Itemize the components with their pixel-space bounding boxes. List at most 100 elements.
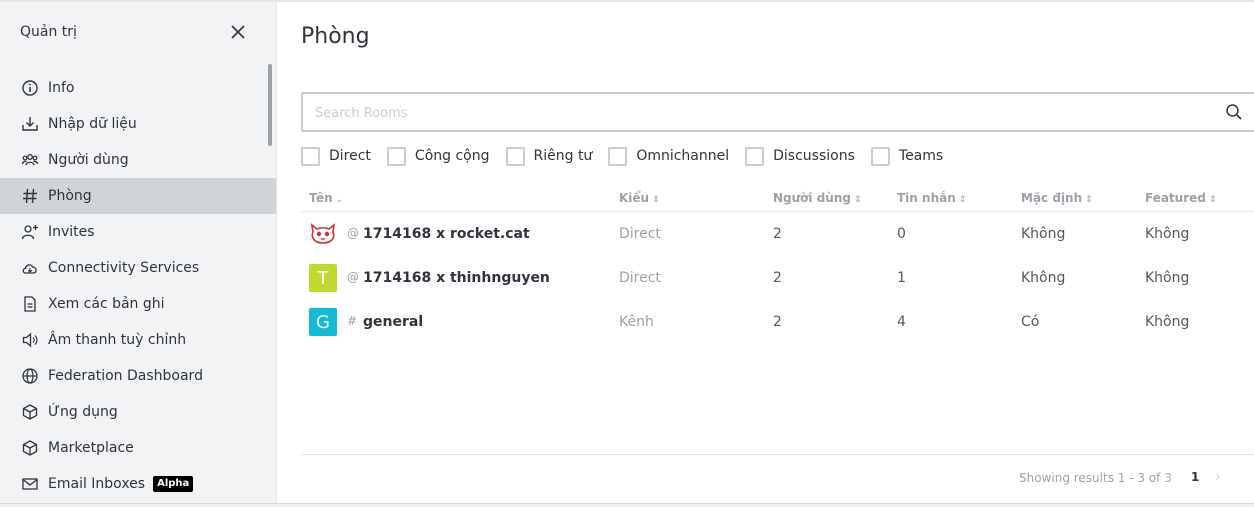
filter-checkbox[interactable] bbox=[386, 146, 406, 166]
prev-page-button[interactable]: ‹ bbox=[1167, 469, 1173, 485]
column-header-label: Mặc định bbox=[1021, 191, 1083, 205]
sidebar-item-label: Phòng bbox=[48, 188, 92, 204]
sidebar-item-label: Marketplace bbox=[48, 440, 134, 456]
room-type: Direct bbox=[619, 270, 661, 286]
table-row[interactable]: T @ 1714168 x thinhnguyen Direct 2 1 Khô… bbox=[301, 256, 1254, 300]
column-header-messages[interactable]: Tin nhắn ⇕ bbox=[897, 191, 966, 205]
sort-icon: ⇕ bbox=[958, 195, 967, 205]
filter-checkbox[interactable] bbox=[608, 146, 628, 166]
room-messages-count: 1 bbox=[897, 270, 906, 286]
room-default: Có bbox=[1021, 314, 1040, 330]
sidebar-item-label: Nhập dữ liệu bbox=[48, 116, 137, 132]
sidebar-item-rooms[interactable]: Phòng bbox=[0, 178, 276, 214]
table-row[interactable]: G # general Kênh 2 4 Có Không bbox=[301, 300, 1254, 344]
table-row[interactable]: @ 1714168 x rocket.cat Direct 2 0 Không … bbox=[301, 212, 1254, 256]
page-number-button[interactable]: 1 bbox=[1191, 470, 1199, 484]
users-icon bbox=[21, 151, 39, 169]
column-header-label: Người dùng bbox=[773, 191, 851, 205]
page-title: Phòng bbox=[301, 24, 370, 49]
room-name: 1714168 x rocket.cat bbox=[363, 226, 530, 242]
rocket-cat-avatar bbox=[309, 220, 337, 248]
info-icon bbox=[21, 79, 39, 97]
window-bottom-border bbox=[0, 503, 1254, 507]
column-header-label: Kiểu bbox=[619, 191, 650, 205]
column-header-default[interactable]: Mặc định ⇕ bbox=[1021, 191, 1093, 205]
cloud-icon bbox=[21, 259, 39, 277]
sort-icon: ⇕ bbox=[1208, 195, 1217, 205]
filter-label: Teams bbox=[898, 148, 944, 164]
sidebar-item-label: Xem các bản ghi bbox=[48, 296, 165, 312]
filter-label: Discussions bbox=[773, 148, 855, 164]
user-avatar: T bbox=[309, 264, 337, 292]
filter-private[interactable]: Riêng tư bbox=[505, 146, 593, 166]
mail-icon bbox=[21, 475, 39, 493]
column-header-label: Tin nhắn bbox=[897, 191, 956, 205]
column-header-users[interactable]: Người dùng ⇕ bbox=[773, 191, 862, 205]
filter-checkbox[interactable] bbox=[301, 146, 320, 166]
import-icon bbox=[21, 115, 39, 133]
sidebar-item-label: Email Inboxes bbox=[48, 476, 146, 492]
column-header-name[interactable]: Tên ⌄ bbox=[309, 191, 343, 205]
filter-label: Direct bbox=[329, 148, 371, 164]
column-header-featured[interactable]: Featured ⇕ bbox=[1145, 191, 1216, 205]
direct-message-icon: @ bbox=[347, 270, 359, 284]
room-default: Không bbox=[1021, 226, 1066, 242]
file-icon bbox=[21, 295, 39, 313]
sidebar-item-label: Âm thanh tuỳ chỉnh bbox=[48, 332, 187, 348]
sidebar-title: Quản trị bbox=[20, 24, 77, 40]
room-featured: Không bbox=[1145, 270, 1190, 286]
sidebar-item-label: Ứng dụng bbox=[48, 404, 118, 420]
globe-icon bbox=[21, 367, 39, 385]
search-input[interactable] bbox=[315, 103, 1195, 123]
sidebar-item-apps[interactable]: Ứng dụng bbox=[0, 394, 276, 430]
sidebar-item-label: Người dùng bbox=[48, 152, 129, 168]
room-users-count: 2 bbox=[773, 270, 782, 286]
sidebar-item-import[interactable]: Nhập dữ liệu bbox=[0, 106, 276, 142]
room-name: general bbox=[363, 314, 424, 330]
room-users-count: 2 bbox=[773, 226, 782, 242]
sidebar-item-connectivity-services[interactable]: Connectivity Services bbox=[0, 250, 276, 286]
filter-direct[interactable]: Direct bbox=[301, 146, 371, 166]
filter-checkbox[interactable] bbox=[870, 146, 890, 166]
sidebar-item-users[interactable]: Người dùng bbox=[0, 142, 276, 178]
filter-checkbox[interactable] bbox=[745, 146, 765, 166]
sort-icon: ⇕ bbox=[652, 195, 660, 205]
filter-omnichannel[interactable]: Omnichannel bbox=[608, 146, 730, 166]
next-page-button[interactable]: › bbox=[1215, 469, 1221, 485]
search-icon[interactable] bbox=[1225, 103, 1243, 121]
sidebar-item-federation-dashboard[interactable]: Federation Dashboard bbox=[0, 358, 276, 394]
sidebar-item-marketplace[interactable]: Marketplace bbox=[0, 430, 276, 466]
filter-label: Riêng tư bbox=[533, 148, 593, 164]
filter-teams[interactable]: Teams bbox=[870, 146, 944, 166]
filter-label: Omnichannel bbox=[636, 148, 730, 164]
column-header-type[interactable]: Kiểu ⇕ bbox=[619, 191, 660, 205]
room-type-filters: Direct Công cộng Riêng tư Omnichannel Di… bbox=[301, 145, 959, 167]
room-featured: Không bbox=[1145, 226, 1190, 242]
column-header-label: Featured bbox=[1145, 191, 1206, 205]
cube-icon bbox=[21, 439, 39, 457]
sidebar-item-email-inboxes[interactable]: Email Inboxes Alpha bbox=[0, 466, 276, 502]
sidebar-item-label: Invites bbox=[48, 224, 95, 240]
user-plus-icon bbox=[21, 223, 39, 241]
cube-icon bbox=[21, 403, 39, 421]
room-avatar: G bbox=[309, 308, 337, 336]
filter-checkbox[interactable] bbox=[505, 146, 525, 166]
room-messages-count: 4 bbox=[897, 314, 906, 330]
close-icon[interactable] bbox=[228, 22, 248, 42]
sidebar-item-info[interactable]: Info bbox=[0, 70, 276, 106]
hashtag-icon bbox=[21, 187, 39, 205]
sidebar-item-view-logs[interactable]: Xem các bản ghi bbox=[0, 286, 276, 322]
search-box bbox=[301, 92, 1254, 132]
filter-label: Công cộng bbox=[414, 148, 490, 164]
table-header: Tên ⌄ Kiểu ⇕ Người dùng ⇕ Tin nhắn ⇕ Mặc địn… bbox=[301, 186, 1254, 212]
filter-discussions[interactable]: Discussions bbox=[745, 146, 855, 166]
table-footer-divider bbox=[301, 454, 1254, 455]
filter-public[interactable]: Công cộng bbox=[386, 146, 490, 166]
room-messages-count: 0 bbox=[897, 226, 906, 242]
sidebar-item-custom-sounds[interactable]: Âm thanh tuỳ chỉnh bbox=[0, 322, 276, 358]
admin-sidebar: Quản trị Info Nhập dữ liệu Người dùng Ph… bbox=[0, 2, 276, 503]
speaker-icon bbox=[21, 331, 39, 349]
pagination-summary: Showing results 1 - 3 of 3 bbox=[1019, 471, 1172, 485]
direct-message-icon: @ bbox=[347, 226, 359, 240]
sidebar-item-invites[interactable]: Invites bbox=[0, 214, 276, 250]
